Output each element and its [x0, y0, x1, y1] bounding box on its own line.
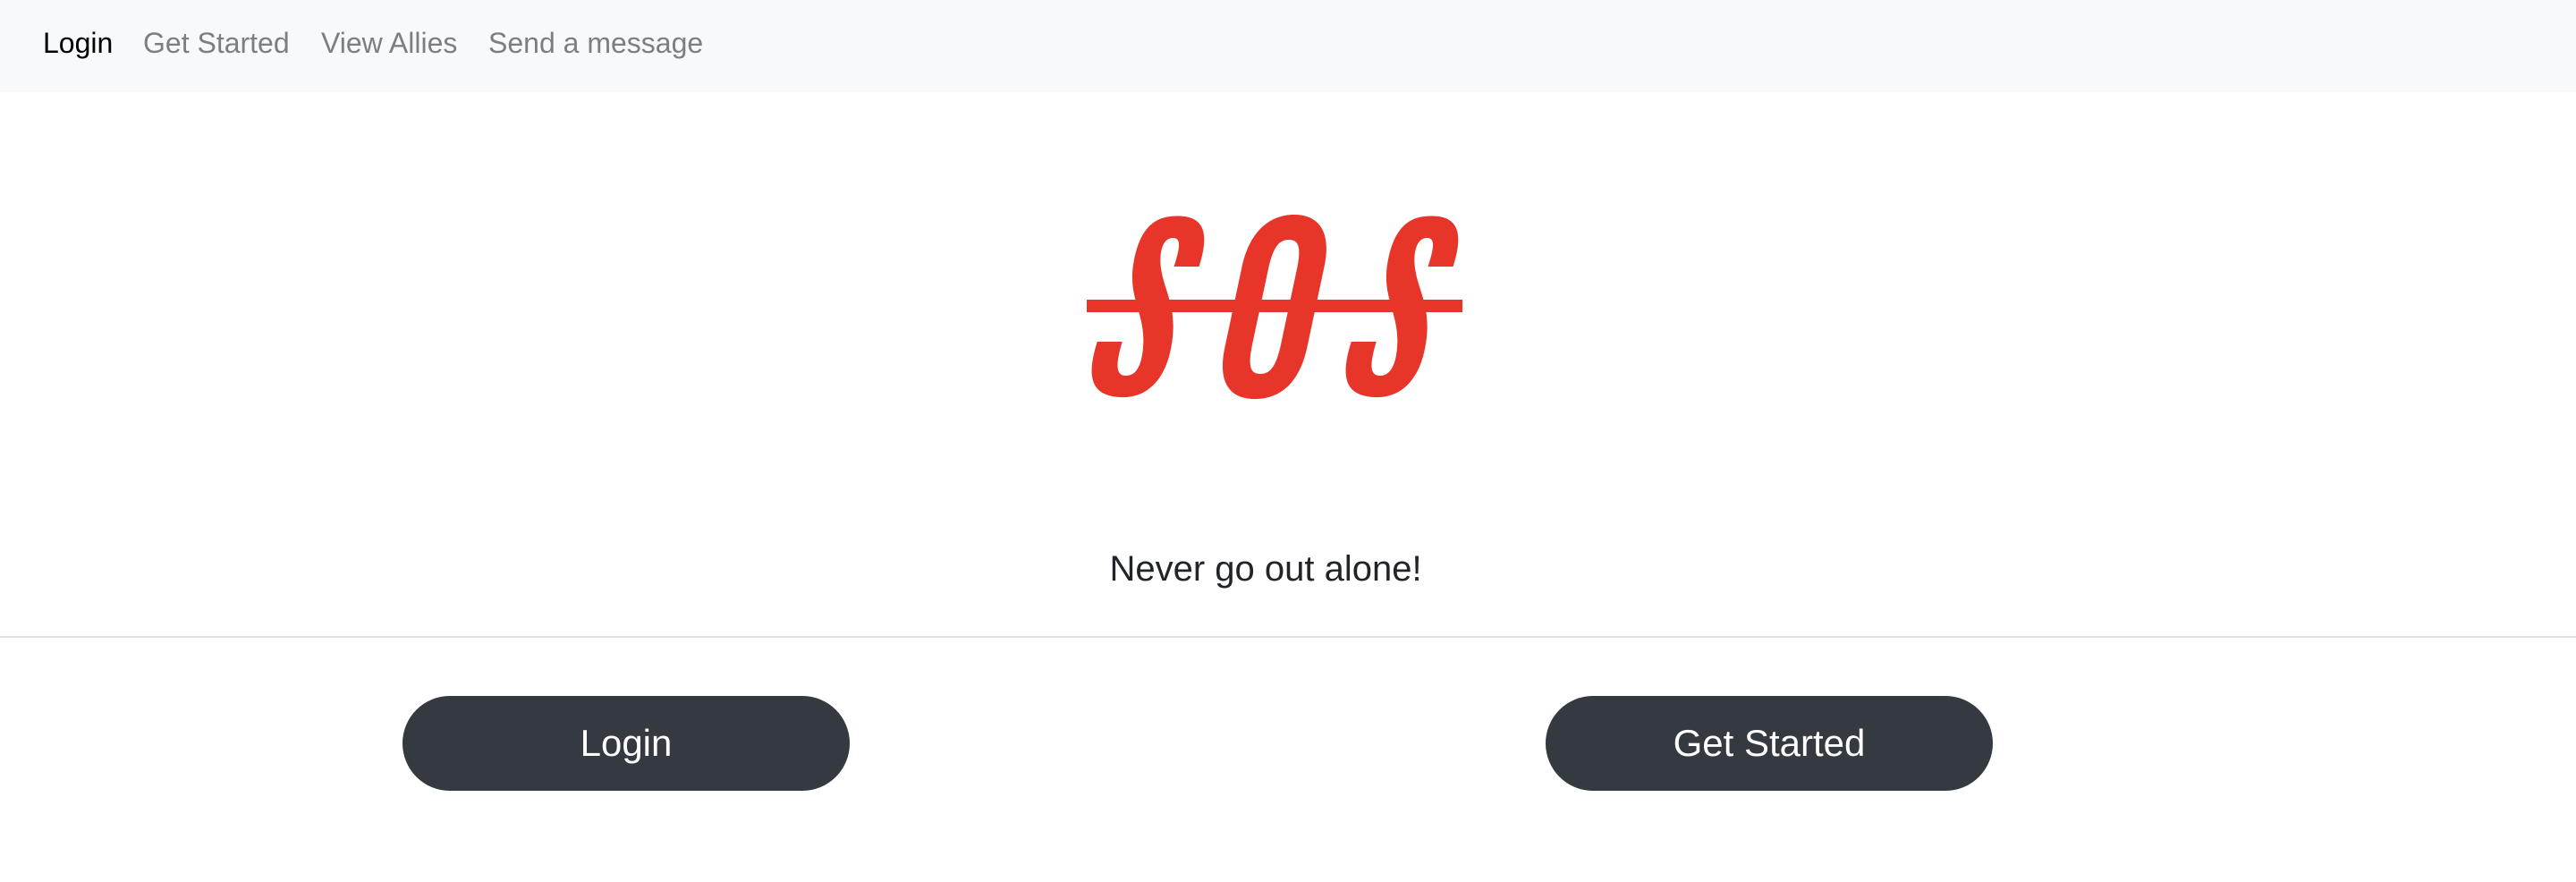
- nav-link-get-started[interactable]: Get Started: [143, 25, 290, 61]
- sos-logo-letters: [1087, 215, 1462, 399]
- nav-link-send-message[interactable]: Send a message: [488, 25, 703, 61]
- nav-link-view-allies[interactable]: View Allies: [321, 25, 457, 61]
- login-button[interactable]: Login: [402, 696, 850, 791]
- sos-logo: [1087, 215, 1462, 399]
- logo-strike-bar: [1087, 300, 1462, 312]
- get-started-button[interactable]: Get Started: [1546, 696, 1993, 791]
- divider: [0, 636, 2576, 638]
- nav-link-login[interactable]: Login: [43, 25, 113, 61]
- top-navbar: Login Get Started View Allies Send a mes…: [0, 0, 2576, 92]
- tagline: Never go out alone!: [1109, 549, 1422, 589]
